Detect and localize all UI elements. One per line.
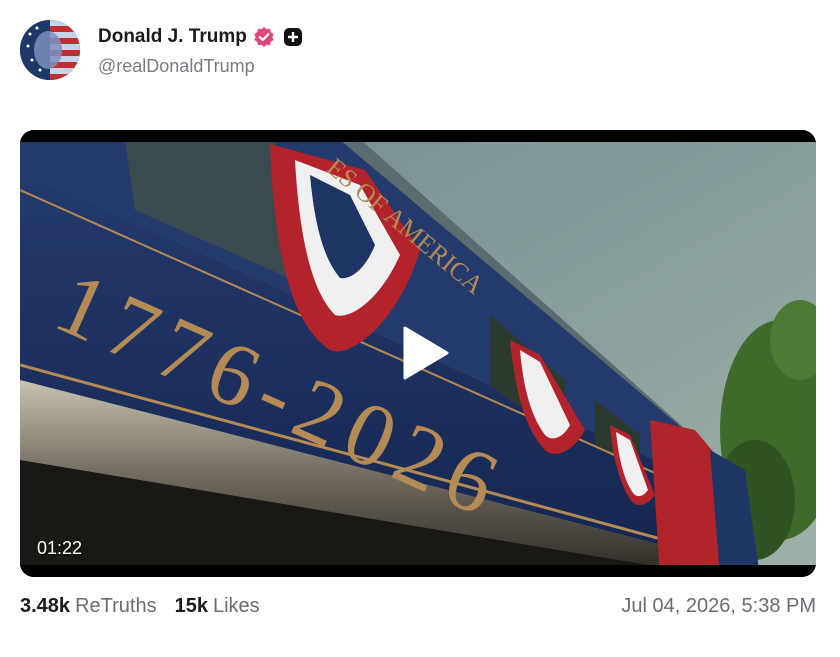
- avatar-image: [20, 20, 80, 80]
- author-handle[interactable]: @realDonaldTrump: [98, 56, 303, 77]
- name-row: Donald J. Trump: [98, 26, 303, 48]
- author-names: Donald J. Trump @realDonaldTrump: [98, 26, 303, 77]
- likes-label: Likes: [212, 594, 260, 617]
- play-icon: [403, 326, 449, 380]
- retruths-stat[interactable]: 3.48k ReTruths: [20, 595, 157, 618]
- verified-badge-icon: [253, 26, 275, 48]
- video-player[interactable]: ES OF AMERICA 1776-2026 01:22: [20, 130, 816, 577]
- post-header: Donald J. Trump @realDonaldTrump: [20, 20, 303, 82]
- post-footer: 3.48k ReTruths 15k Likes Jul 04, 2026, 5…: [20, 592, 816, 620]
- retruths-count: 3.48k: [20, 594, 71, 617]
- play-button[interactable]: [398, 326, 452, 380]
- plus-badge-icon: [283, 27, 303, 47]
- likes-count: 15k: [174, 594, 208, 617]
- author-avatar[interactable]: [20, 20, 80, 80]
- retruths-label: ReTruths: [75, 594, 157, 617]
- video-duration: 01:22: [37, 538, 83, 558]
- likes-stat[interactable]: 15k Likes: [175, 595, 260, 618]
- post-timestamp[interactable]: Jul 04, 2026, 5:38 PM: [621, 595, 816, 618]
- author-display-name[interactable]: Donald J. Trump: [98, 26, 247, 48]
